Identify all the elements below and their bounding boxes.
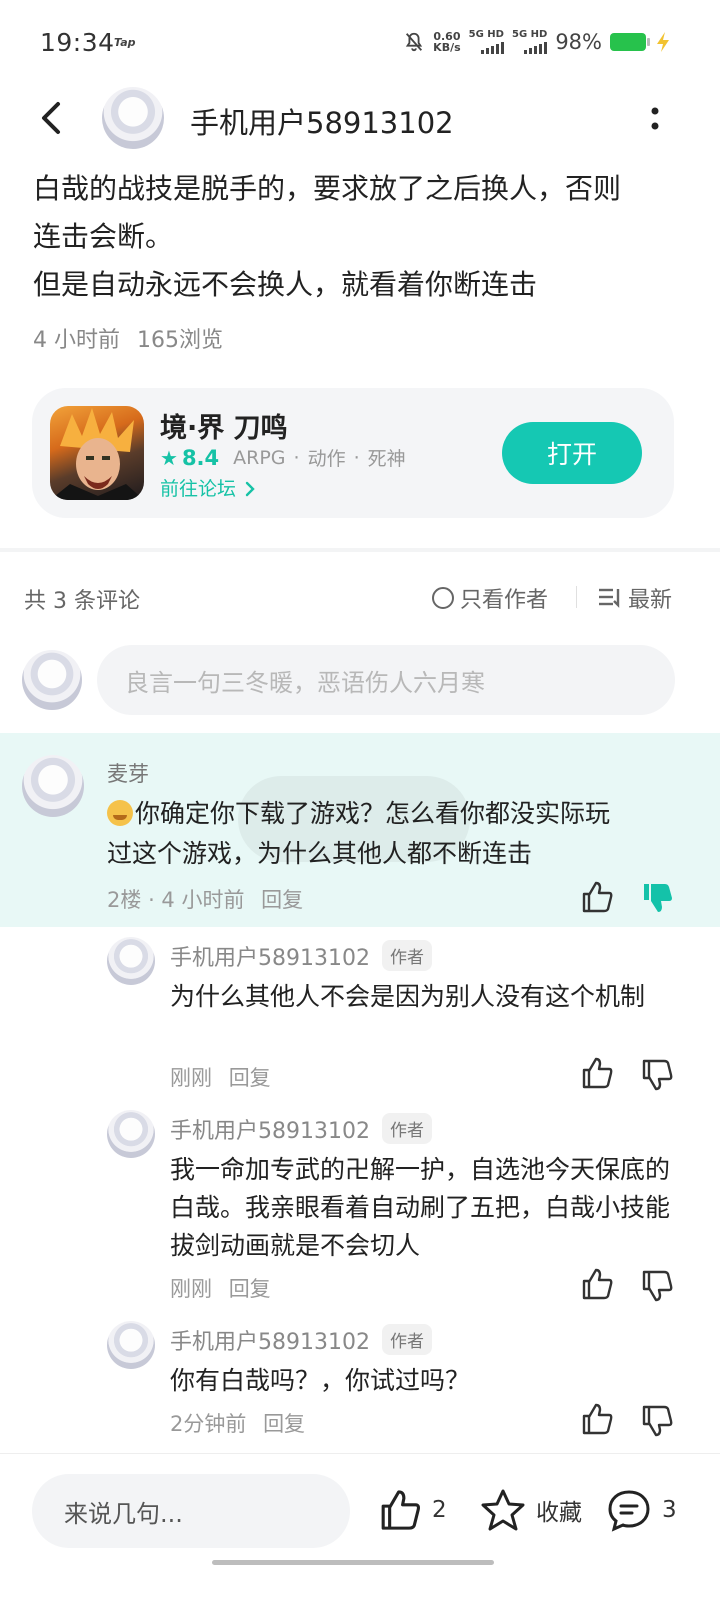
thumbs-up-icon[interactable] xyxy=(580,880,614,914)
post-line: 连击会断。 xyxy=(33,220,174,253)
reply-meta: 刚刚 回复 xyxy=(170,1062,271,1092)
game-tag: 死神 xyxy=(367,448,406,470)
thumbs-down-icon[interactable] xyxy=(640,1058,674,1092)
reply-time: 2分钟前 xyxy=(170,1412,247,1436)
reply-button[interactable]: 回复 xyxy=(261,888,303,912)
comment-input[interactable]: 良言一句三冬暖，恶语伤人六月寒 xyxy=(97,645,675,715)
net-speed: 0.60 KB/s xyxy=(433,30,461,54)
reply-time: 刚刚 xyxy=(170,1066,212,1090)
post-line: 但是自动永远不会换人，就看着你断连击 xyxy=(33,268,538,301)
game-info-row: ★ 8.4 ARPG · 动作 · 死神 xyxy=(160,445,406,471)
comment-count-bottom: 3 xyxy=(662,1497,677,1523)
comment-meta: 2楼 · 4 小时前 回复 xyxy=(107,888,304,912)
comment-button[interactable]: 3 xyxy=(606,1488,677,1532)
thumbs-down-icon[interactable] xyxy=(640,1404,674,1438)
open-game-button[interactable]: 打开 xyxy=(502,422,642,484)
commenter-avatar[interactable] xyxy=(22,755,84,817)
reply-meta: 刚刚 回复 xyxy=(170,1273,271,1303)
game-icon[interactable] xyxy=(50,406,144,500)
reply-button[interactable]: 回复 xyxy=(229,1277,271,1301)
author-avatar[interactable] xyxy=(102,87,164,149)
only-author-toggle[interactable]: 只看作者 xyxy=(432,582,548,614)
reply-user[interactable]: 手机用户58913102 xyxy=(170,1113,370,1145)
bottom-comment-input[interactable]: 来说几句... xyxy=(32,1474,350,1548)
emoji-icon xyxy=(107,800,133,826)
star-icon: ★ xyxy=(160,445,178,470)
reply-avatar[interactable] xyxy=(107,1110,155,1158)
tap-app-badge: Tap xyxy=(114,36,136,49)
signal-sim1-icon: 5G HD xyxy=(469,30,504,54)
thumbs-up-icon[interactable] xyxy=(580,1267,614,1301)
chevron-right-icon xyxy=(245,481,255,497)
reply-button[interactable]: 回复 xyxy=(229,1066,271,1090)
sort-newest-button[interactable]: 最新 xyxy=(598,582,672,614)
reply-avatar[interactable] xyxy=(107,1321,155,1369)
mute-bell-icon xyxy=(406,32,423,52)
comment-count: 共 3 条评论 xyxy=(24,589,140,614)
reply-meta: 2分钟前 回复 xyxy=(170,1408,305,1438)
like-count: 2 xyxy=(432,1497,447,1523)
author-tag: 作者 xyxy=(382,1113,432,1144)
comment-floor: 2楼 xyxy=(107,888,142,912)
reply-text: 你有白哉吗？，你试过吗？ xyxy=(170,1366,471,1395)
commenter-name[interactable]: 麦芽 xyxy=(107,758,149,788)
battery-percent: 98% xyxy=(555,30,602,54)
home-indicator[interactable] xyxy=(212,1560,494,1565)
bottom-bar-divider xyxy=(0,1453,720,1454)
my-avatar xyxy=(22,650,82,710)
separator xyxy=(576,586,577,608)
game-tag: 动作 xyxy=(307,448,346,470)
reply-text: 为什么其他人不会是因为别人没有这个机制 xyxy=(170,982,646,1011)
game-tag: ARPG xyxy=(233,446,286,469)
sort-list-icon xyxy=(599,588,620,608)
author-tag: 作者 xyxy=(382,940,432,971)
star-outline-icon xyxy=(481,1489,525,1531)
thumbs-up-icon[interactable] xyxy=(580,1056,614,1090)
post-meta: 4 小时前 165浏览 xyxy=(33,322,223,354)
charging-bolt-icon xyxy=(657,32,669,52)
like-button[interactable]: 2 xyxy=(378,1488,447,1532)
author-name[interactable]: 手机用户58913102 xyxy=(190,100,454,142)
reply-avatar[interactable] xyxy=(107,937,155,985)
signal-sim2-icon: 5G HD xyxy=(512,30,548,54)
more-vertical-icon[interactable] xyxy=(648,105,662,133)
comment-bubble-icon xyxy=(608,1490,650,1532)
thumbs-down-icon[interactable] xyxy=(640,1269,674,1303)
reply-button[interactable]: 回复 xyxy=(263,1412,305,1436)
reply-time: 刚刚 xyxy=(170,1277,212,1301)
reply-user[interactable]: 手机用户58913102 xyxy=(170,940,370,972)
game-score: 8.4 xyxy=(181,445,220,470)
status-icons: 0.60 KB/s 5G HD 5G HD 98% xyxy=(403,30,672,54)
favorite-button[interactable]: 收藏 xyxy=(480,1488,582,1532)
forum-link[interactable]: 前往论坛 xyxy=(160,474,256,501)
thumbs-up-icon[interactable] xyxy=(580,1402,614,1436)
game-title[interactable]: 境·界 刀鸣 xyxy=(160,406,288,445)
author-tag: 作者 xyxy=(382,1324,432,1355)
thumbs-up-icon xyxy=(381,1490,420,1530)
radio-circle-icon xyxy=(432,587,454,609)
post-time: 4 小时前 xyxy=(33,328,120,353)
reply-text: 我一命加专武的卍解一护，自选池今天保底的白哉。我亲眼看着自动刷了五把，白哉小技能… xyxy=(170,1155,671,1260)
comment-time: 4 小时前 xyxy=(161,888,245,912)
post-line: 白哉的战技是脱手的，要求放了之后换人，否则 xyxy=(33,172,622,205)
reply-user[interactable]: 手机用户58913102 xyxy=(170,1324,370,1356)
post-content: 白哉的战技是脱手的，要求放了之后换人，否则 连击会断。 但是自动永远不会换人，就… xyxy=(33,165,693,309)
thumbs-down-active-icon[interactable] xyxy=(640,881,674,915)
post-views: 165浏览 xyxy=(137,328,223,353)
section-divider xyxy=(0,548,720,552)
chevron-left-icon[interactable] xyxy=(34,98,70,138)
comment-text: 你确定你下载了游戏？怎么看你都没实际玩 过这个游戏，为什么其他人都不断连击 xyxy=(107,799,611,868)
status-time: 19:34 xyxy=(40,28,115,57)
favorite-label: 收藏 xyxy=(536,1500,582,1526)
battery-icon xyxy=(610,33,650,51)
